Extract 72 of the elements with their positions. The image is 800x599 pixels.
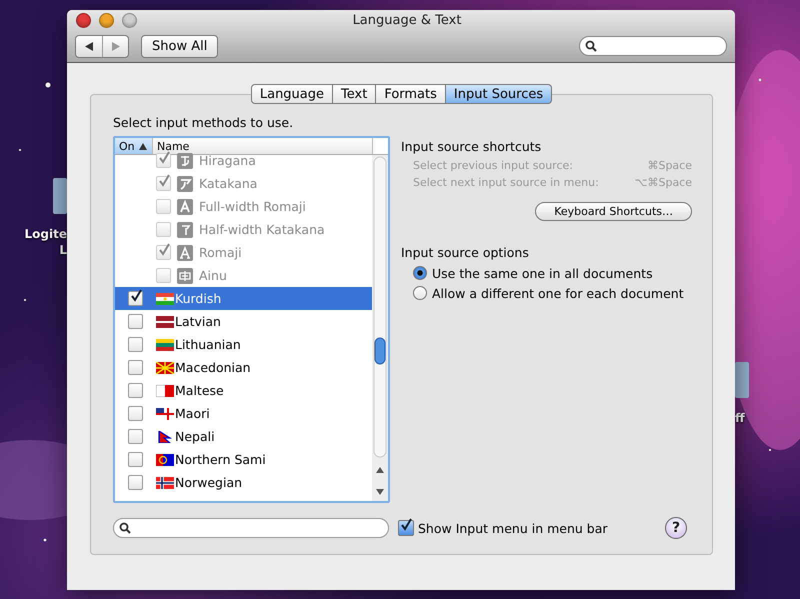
tab[interactable]: Language — [250, 84, 334, 104]
minimize-icon[interactable] — [99, 12, 114, 28]
search-field[interactable] — [113, 518, 389, 538]
input-method-icon — [177, 268, 193, 284]
flag-icon — [156, 384, 174, 396]
list-row[interactable]: Lithuanian — [115, 333, 372, 356]
zoom-icon[interactable] — [122, 12, 137, 28]
section-heading: Input source options — [401, 245, 530, 260]
input-method-icon — [177, 152, 193, 168]
desktop-icon-label: Logite — [24, 226, 67, 242]
checkbox[interactable] — [128, 406, 143, 421]
tab[interactable]: Text — [333, 84, 376, 104]
input-method-icon — [177, 244, 193, 260]
shortcut-label: Select previous input source: — [413, 158, 573, 174]
list-row[interactable]: Macedonian — [115, 356, 372, 379]
checkbox-label: Show Input menu in menu bar — [418, 520, 608, 536]
checkbox[interactable] — [128, 337, 143, 352]
tab[interactable]: Formats — [376, 84, 446, 104]
checkbox[interactable] — [128, 383, 143, 398]
left-triangle-icon — [85, 42, 93, 50]
keyboard-shortcuts-button[interactable]: Keyboard Shortcuts… — [535, 202, 692, 221]
radio-label: Use the same one in all documents — [432, 266, 653, 280]
checkbox[interactable] — [128, 452, 143, 467]
flag-icon — [156, 454, 174, 466]
desktop-icon-label: L — [59, 242, 67, 258]
column-header[interactable]: On — [115, 138, 153, 154]
close-icon[interactable] — [76, 12, 91, 28]
checkbox[interactable] — [128, 291, 143, 306]
window-title: Language & Text — [352, 12, 462, 28]
radio-button[interactable] — [413, 266, 427, 280]
list-row[interactable]: Nepali — [115, 425, 372, 448]
checkbox[interactable] — [128, 429, 143, 444]
list-row[interactable]: Latvian — [115, 310, 372, 333]
radio-label: Allow a different one for each document — [432, 286, 684, 300]
flag-icon — [156, 362, 174, 374]
radio-button[interactable] — [413, 286, 427, 300]
column-header[interactable]: Name — [153, 138, 373, 154]
sort-arrow-icon — [138, 142, 147, 150]
list-row[interactable]: Maori — [115, 402, 372, 425]
flag-icon — [156, 338, 174, 350]
shortcut-keys: ⌥⌘Space — [634, 174, 692, 191]
desktop-icon-label: ff — [735, 410, 745, 426]
search-icon — [119, 522, 131, 534]
checkbox[interactable] — [398, 520, 414, 536]
show-all-button[interactable]: Show All — [141, 34, 218, 58]
list-row[interactable]: Norwegian — [115, 471, 372, 494]
checkbox[interactable] — [128, 475, 143, 490]
folder-icon[interactable] — [53, 178, 67, 214]
flag-icon — [156, 430, 174, 442]
instruction-text: Select input methods to use. — [113, 115, 294, 130]
checkbox[interactable] — [128, 314, 143, 329]
input-method-icon — [177, 176, 193, 192]
list-row[interactable]: Maltese — [115, 379, 372, 402]
tab[interactable]: Input Sources — [446, 84, 552, 104]
shortcut-label: Select next input source in menu: — [413, 175, 599, 191]
help-button[interactable]: ? — [665, 517, 687, 539]
scrollbar[interactable] — [372, 155, 388, 501]
flag-icon — [156, 316, 174, 328]
folder-icon[interactable] — [735, 362, 749, 398]
section-heading: Input source shortcuts — [401, 139, 542, 154]
search-icon — [585, 40, 597, 52]
flag-icon — [156, 408, 174, 420]
shortcut-keys: ⌘Space — [647, 157, 692, 174]
flag-icon — [156, 476, 174, 488]
list-row[interactable]: Northern Sami — [115, 448, 372, 471]
right-triangle-icon — [112, 42, 120, 50]
checkbox[interactable] — [128, 360, 143, 375]
search-field[interactable] — [579, 36, 727, 56]
flag-icon — [156, 292, 174, 304]
list-row[interactable]: Kurdish — [115, 287, 372, 310]
input-method-icon — [177, 198, 193, 214]
input-method-icon — [177, 222, 193, 238]
